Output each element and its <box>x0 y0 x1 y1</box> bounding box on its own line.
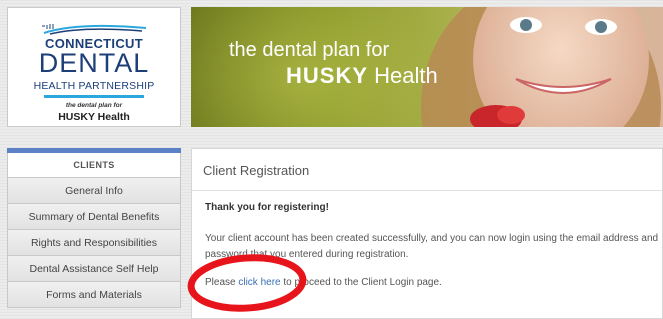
client-login-link[interactable]: click here <box>238 277 280 288</box>
logo[interactable]: CONNECTICUT DENTAL HEALTH PARTNERSHIP th… <box>7 7 181 127</box>
proceed-suffix: to proceed to the Client Login page. <box>283 277 442 288</box>
sidebar-item-summary-dental-benefits[interactable]: Summary of Dental Benefits <box>7 204 181 230</box>
proceed-instruction: Please click here to proceed to the Clie… <box>205 277 442 288</box>
sidebar-item-dental-assistance-self-help[interactable]: Dental Assistance Self Help <box>7 256 181 282</box>
main-content-panel: Client Registration Thank you for regist… <box>191 148 663 319</box>
sidebar-nav: CLIENTS General Info Summary of Dental B… <box>7 148 181 308</box>
banner-brand-regular: Health <box>374 63 438 88</box>
logo-text-health-partnership: HEALTH PARTNERSHIP <box>33 80 155 92</box>
banner-tagline: the dental plan for <box>229 39 390 61</box>
sidebar-item-rights-responsibilities[interactable]: Rights and Responsibilities <box>7 230 181 256</box>
sidebar-item-general-info[interactable]: General Info <box>7 178 181 204</box>
thank-you-message: Thank you for registering! <box>205 202 329 213</box>
logo-text-husky-health: HUSKY Health <box>58 111 130 123</box>
account-created-message: Your client account has been created suc… <box>205 233 659 260</box>
page-title: Client Registration <box>203 163 310 178</box>
sidebar-header-clients: CLIENTS <box>7 153 181 178</box>
logo-swoosh-icon <box>42 24 147 35</box>
logo-text-dental-plan-for: the dental plan for <box>65 102 123 109</box>
title-divider <box>192 190 662 191</box>
banner-brand-bold: HUSKY <box>286 63 369 88</box>
logo-divider <box>44 95 144 98</box>
logo-text-dental: DENTAL <box>38 48 150 78</box>
proceed-prefix: Please <box>205 277 236 288</box>
sidebar-item-forms-materials[interactable]: Forms and Materials <box>7 282 181 308</box>
header-banner: the dental plan for HUSKY Health <box>191 7 663 127</box>
banner-brand: HUSKY Health <box>286 63 438 89</box>
